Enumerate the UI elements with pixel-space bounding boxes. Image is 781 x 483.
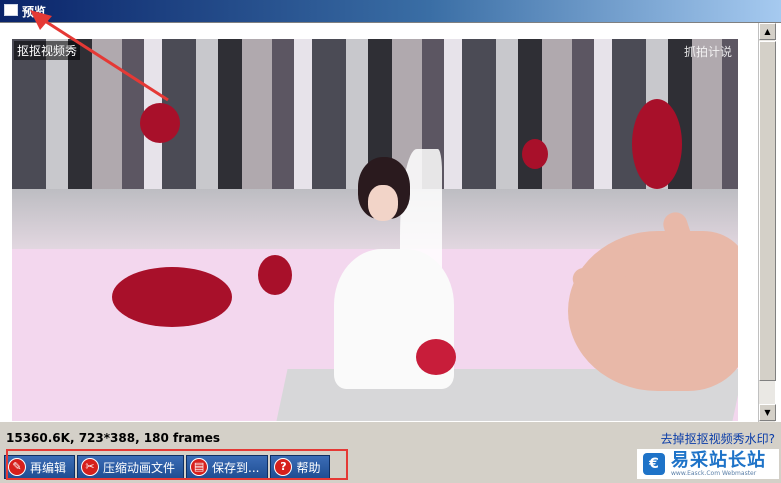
toolbar: ✎ 再编辑 ✂ 压缩动画文件 ▤ 保存到... ? 帮助 [4,455,330,479]
help-label: 帮助 [296,460,321,475]
help-icon: ? [274,458,293,476]
bouquet [416,339,456,375]
preview-image: 抠抠视频秀 抓拍计说 [12,39,738,421]
remove-watermark-link[interactable]: 去掉抠抠视频秀水印? [661,430,775,447]
rose-petals [112,267,232,327]
file-info: 15360.6K, 723*388, 180 frames [6,431,221,445]
status-bar: 15360.6K, 723*388, 180 frames 去掉抠抠视频秀水印?… [0,422,781,483]
re-edit-label: 再编辑 [30,460,67,475]
scissors-icon: ✂ [81,458,100,476]
logo-icon: € [643,453,665,475]
rose-petals [258,255,292,295]
wrench-icon: ✎ [8,458,26,476]
site-logo: € 易采站长站 www.Easck.Com Webmaster [637,449,779,479]
scroll-thumb[interactable] [759,41,776,381]
rose-petals [140,103,180,143]
help-button[interactable]: ? 帮助 [270,455,330,479]
title-bar[interactable]: 预览 [0,0,781,22]
compress-animation-label: 压缩动画文件 [103,460,176,475]
logo-text: 易采站长站 [671,449,766,471]
re-edit-button[interactable]: ✎ 再编辑 [4,455,76,479]
bride-face [368,185,398,221]
rose-petals [632,99,682,189]
window-title: 预览 [22,5,47,19]
preview-frame: 抠抠视频秀 抓拍计说 ▲ ▼ [0,22,781,423]
logo-subtext: www.Easck.Com Webmaster [671,469,757,477]
save-to-label: 保存到... [212,460,260,475]
vertical-scrollbar[interactable]: ▲ ▼ [758,23,776,423]
corner-watermark: 抓拍计说 [683,45,732,59]
logo-text-group: 易采站长站 www.Easck.Com Webmaster [671,449,766,477]
video-watermark: 抠抠视频秀 [14,41,81,60]
hand [568,231,738,391]
rose-petals [522,139,548,169]
compress-animation-button[interactable]: ✂ 压缩动画文件 [77,455,185,479]
scroll-down-button[interactable]: ▼ [759,404,776,421]
window-icon [4,4,18,16]
scroll-up-button[interactable]: ▲ [759,23,776,40]
save-icon: ▤ [190,458,209,476]
save-to-button[interactable]: ▤ 保存到... [186,455,269,479]
